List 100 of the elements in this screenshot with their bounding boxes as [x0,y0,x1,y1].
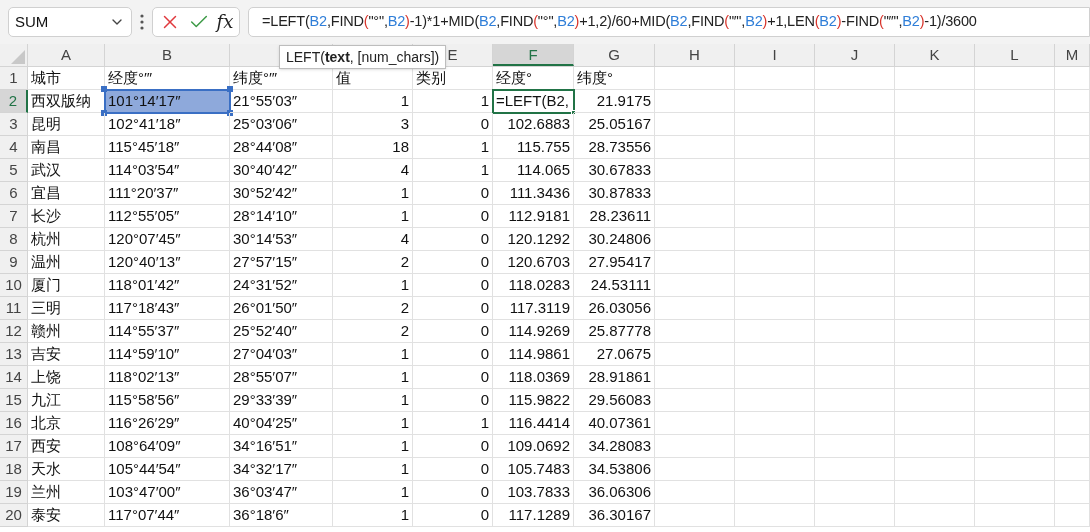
table-cell: 0 [413,343,493,366]
table-cell: 118.0283 [493,274,574,297]
table-cell: 1 [413,412,493,435]
row-header[interactable]: 7 [0,205,28,228]
table-cell: 1 [333,205,413,228]
empty-cell [1055,458,1090,481]
row-header[interactable]: 15 [0,389,28,412]
table-cell: 120.6703 [493,251,574,274]
table-cell: 0 [413,251,493,274]
table-cell: 南昌 [28,136,105,159]
column-header[interactable]: M [1055,44,1090,66]
table-cell: 兰州 [28,481,105,504]
row-header[interactable]: 19 [0,481,28,504]
table-cell: 27°57′15″ [230,251,333,274]
column-header[interactable]: G [574,44,655,66]
table-cell: 27°04′03″ [230,343,333,366]
table-cell: 116°26′29″ [105,412,230,435]
table-cell: 1 [333,366,413,389]
row-header[interactable]: 4 [0,136,28,159]
row-header[interactable]: 18 [0,458,28,481]
table-cell: 108°64′09″ [105,435,230,458]
table-cell: 0 [413,274,493,297]
row-header[interactable]: 12 [0,320,28,343]
table-cell: 36.30167 [574,504,655,527]
column-header[interactable]: K [895,44,975,66]
row-header[interactable]: 16 [0,412,28,435]
table-cell: 29.56083 [574,389,655,412]
table-cell: 115.755 [493,136,574,159]
table-cell: 114.9861 [493,343,574,366]
table-cell: 117°18′43″ [105,297,230,320]
column-header[interactable]: J [815,44,895,66]
table-cell: 105°44′54″ [105,458,230,481]
row-header[interactable]: 10 [0,274,28,297]
empty-cell [1055,481,1090,504]
empty-cell [1055,228,1090,251]
empty-cell [1055,251,1090,274]
formula-field[interactable]: =LEFT(B2,FIND("°",B2)-1)*1+MID(B2,FIND("°",B2)+1,2)/60+MID(B2,FIND("′",B2)+1,LEN(B2)-FIND("″",B2)-1)/3600 [248,7,1090,37]
table-cell: 三明 [28,297,105,320]
table-cell: 1 [333,435,413,458]
table-cell: 2 [333,251,413,274]
table-cell: 0 [413,366,493,389]
table-cell: 30.67833 [574,159,655,182]
table-cell: 18 [333,136,413,159]
table-cell: 25°52′40″ [230,320,333,343]
table-cell: 25.87778 [574,320,655,343]
table-cell: 114°55′37″ [105,320,230,343]
column-header[interactable]: B [105,44,230,66]
table-cell: 30°52′42″ [230,182,333,205]
table-cell: 28.73556 [574,136,655,159]
empty-cell [1055,366,1090,389]
table-cell: 28°44′08″ [230,136,333,159]
empty-cell [1055,113,1090,136]
table-cell: 0 [413,297,493,320]
table-cell: 30°14′53″ [230,228,333,251]
table-cell: 117.3119 [493,297,574,320]
row-header[interactable]: 6 [0,182,28,205]
table-cell: 天水 [28,458,105,481]
table-cell: 厦门 [28,274,105,297]
table-cell: 120°40′13″ [105,251,230,274]
row-header[interactable]: 1 [0,67,28,90]
column-header[interactable]: I [735,44,815,66]
table-cell: 34°16′51″ [230,435,333,458]
table-cell: 111.3436 [493,182,574,205]
table-cell: 36.06306 [574,481,655,504]
table-cell: 114°59′10″ [105,343,230,366]
column-header[interactable]: H [655,44,735,66]
table-cell: 2 [333,320,413,343]
insert-function-button[interactable]: fx [216,13,234,31]
table-cell: 宜昌 [28,182,105,205]
more-options-icon[interactable] [140,14,144,30]
empty-cell [1055,320,1090,343]
row-header[interactable]: 11 [0,297,28,320]
row-header[interactable]: 2 [0,90,28,113]
table-cell: 27.95417 [574,251,655,274]
table-cell: 0 [413,389,493,412]
table-cell: 118.0369 [493,366,574,389]
row-header[interactable]: 3 [0,113,28,136]
column-header[interactable]: F [493,44,574,66]
table-cell: 118°01′42″ [105,274,230,297]
name-box[interactable]: SUM [8,7,132,37]
row-header[interactable]: 20 [0,504,28,527]
empty-cell [1055,67,1090,90]
column-header[interactable]: L [975,44,1055,66]
table-cell: 115°58′56″ [105,389,230,412]
column-header[interactable]: A [28,44,105,66]
table-cell: 103°47′00″ [105,481,230,504]
row-header[interactable]: 14 [0,366,28,389]
row-header[interactable]: 5 [0,159,28,182]
table-cell: 105.7483 [493,458,574,481]
row-header[interactable]: 13 [0,343,28,366]
row-header[interactable]: 17 [0,435,28,458]
table-cell: 25°03′06″ [230,113,333,136]
table-cell: 21°55′03″ [230,90,333,113]
row-header[interactable]: 8 [0,228,28,251]
table-cell: 111°20′37″ [105,182,230,205]
table-cell: 1 [413,159,493,182]
row-header[interactable]: 9 [0,251,28,274]
table-cell: 40.07361 [574,412,655,435]
table-cell[interactable]: =LEFT(B2, [493,90,574,113]
table-cell: 27.0675 [574,343,655,366]
